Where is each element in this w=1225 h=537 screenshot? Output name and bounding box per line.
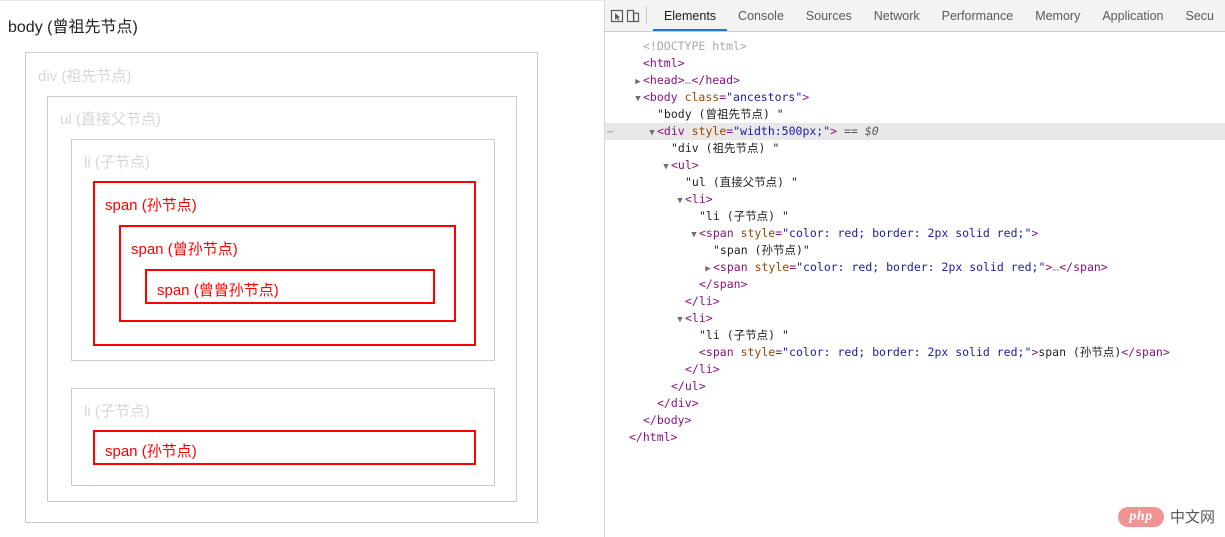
device-toolbar-icon[interactable] bbox=[625, 0, 641, 31]
span-grandchild-box-2: span (孙节点) bbox=[93, 430, 476, 465]
dom-tree-node[interactable]: ·</ul> bbox=[605, 378, 1225, 395]
dom-tree-node[interactable]: ▼ <body class="ancestors"> bbox=[605, 89, 1225, 106]
dom-tree-node[interactable]: ·"li (子节点) " bbox=[605, 327, 1225, 344]
li-child-label-2: li (子节点) bbox=[84, 403, 150, 420]
dom-tree-node[interactable]: ⋯ ▼ <div style="width:500px;"> == $0 bbox=[605, 123, 1225, 140]
watermark-text: 中文网 bbox=[1169, 509, 1215, 526]
ul-parent-box: ul (直接父节点) li (子节点) span (孙节点) span (曾孙节… bbox=[47, 96, 517, 502]
tab-sources[interactable]: Sources bbox=[795, 0, 863, 31]
tab-memory[interactable]: Memory bbox=[1024, 0, 1091, 31]
span-great-grandchild-box: span (曾孙节点) span (曾曾孙节点) bbox=[119, 225, 456, 322]
span-grandchild-label-2: span (孙节点) bbox=[105, 443, 197, 460]
tab-console-label: Console bbox=[738, 8, 784, 23]
tab-performance[interactable]: Performance bbox=[931, 0, 1025, 31]
inspect-element-icon[interactable] bbox=[609, 0, 625, 31]
dom-tree-node[interactable]: ·"span (孙节点)" bbox=[605, 242, 1225, 259]
dom-tree-node[interactable]: ·</div> bbox=[605, 395, 1225, 412]
tab-elements[interactable]: Elements bbox=[652, 0, 728, 31]
dom-tree-node[interactable]: ▼ <li> bbox=[605, 310, 1225, 327]
devtools-pane: Elements Console Sources Network Perform… bbox=[605, 0, 1225, 537]
dom-tree[interactable]: ·<!DOCTYPE html>·<html>▶<head>…</head>▼<… bbox=[605, 32, 1225, 446]
screenshot-root: body (曾祖先节点) div (祖先节点) ul (直接父节点) li (子… bbox=[0, 0, 1225, 537]
body-node-label: body (曾祖先节点) bbox=[8, 19, 138, 36]
li-child-label-1: li (子节点) bbox=[84, 154, 150, 171]
span-great-great-grandchild-box: span (曾曾孙节点) bbox=[145, 269, 435, 304]
dom-tree-node[interactable]: ·</body> bbox=[605, 412, 1225, 429]
span-grandchild-box-1: span (孙节点) span (曾孙节点) span (曾曾孙节点) bbox=[93, 181, 476, 346]
dom-tree-node[interactable]: ·"body (曾祖先节点) " bbox=[605, 106, 1225, 123]
tab-console[interactable]: Console bbox=[727, 0, 795, 31]
tab-security-label: Secu bbox=[1185, 8, 1215, 23]
li-child-box-1: li (子节点) span (孙节点) span (曾孙节点) span (曾曾… bbox=[71, 139, 495, 361]
tab-application-label: Application bbox=[1102, 8, 1164, 23]
tab-performance-label: Performance bbox=[941, 8, 1014, 23]
dom-tree-node[interactable]: ·<html> bbox=[605, 55, 1225, 72]
dom-tree-node[interactable]: ·</html> bbox=[605, 429, 1225, 446]
dom-tree-node[interactable]: ·</li> bbox=[605, 361, 1225, 378]
tab-network-label: Network bbox=[873, 8, 920, 23]
dom-tree-node[interactable]: ·</li> bbox=[605, 293, 1225, 310]
dom-tree-node[interactable]: ▼ <ul> bbox=[605, 157, 1225, 174]
tab-sources-label: Sources bbox=[805, 8, 852, 23]
div-ancestor-label: div (祖先节点) bbox=[38, 68, 132, 85]
rendered-page-pane: body (曾祖先节点) div (祖先节点) ul (直接父节点) li (子… bbox=[0, 0, 605, 537]
ul-parent-label: ul (直接父节点) bbox=[60, 111, 161, 128]
span-great-grandchild-label: span (曾孙节点) bbox=[131, 241, 238, 258]
dom-tree-node[interactable]: ·"ul (直接父节点) " bbox=[605, 174, 1225, 191]
dom-tree-node[interactable]: ·<span style="color: red; border: 2px so… bbox=[605, 344, 1225, 361]
node-menu-icon[interactable]: ⋯ bbox=[607, 123, 615, 140]
dom-tree-node[interactable]: ▶ <head>…</head> bbox=[605, 72, 1225, 89]
dom-tree-node[interactable]: ▼ <span style="color: red; border: 2px so… bbox=[605, 225, 1225, 242]
toolbar-divider bbox=[646, 7, 647, 24]
tab-security[interactable]: Secu bbox=[1175, 0, 1225, 31]
devtools-toolbar: Elements Console Sources Network Perform… bbox=[605, 0, 1225, 32]
dom-tree-node[interactable]: ·"li (子节点) " bbox=[605, 208, 1225, 225]
tab-application[interactable]: Application bbox=[1091, 0, 1174, 31]
dom-tree-node[interactable]: ·</span> bbox=[605, 276, 1225, 293]
tab-memory-label: Memory bbox=[1035, 8, 1081, 23]
watermark: php 中文网 bbox=[1117, 506, 1215, 527]
page-top-divider bbox=[0, 0, 604, 1]
php-logo-badge: php bbox=[1117, 506, 1164, 527]
tab-network[interactable]: Network bbox=[863, 0, 931, 31]
dom-tree-node[interactable]: ▶ <span style="color: red; border: 2px so… bbox=[605, 259, 1225, 276]
dom-tree-node[interactable]: ·"div (祖先节点) " bbox=[605, 140, 1225, 157]
dom-tree-node[interactable]: ▼ <li> bbox=[605, 191, 1225, 208]
span-grandchild-label-1: span (孙节点) bbox=[105, 197, 197, 214]
tab-elements-label: Elements bbox=[663, 8, 717, 23]
span-great-great-grandchild-label: span (曾曾孙节点) bbox=[157, 282, 279, 299]
div-ancestor-box: div (祖先节点) ul (直接父节点) li (子节点) span (孙节点… bbox=[25, 52, 538, 523]
dom-tree-node[interactable]: ·<!DOCTYPE html> bbox=[605, 38, 1225, 55]
li-child-box-2: li (子节点) span (孙节点) bbox=[71, 388, 495, 486]
twisty-icon[interactable]: · bbox=[619, 431, 629, 448]
